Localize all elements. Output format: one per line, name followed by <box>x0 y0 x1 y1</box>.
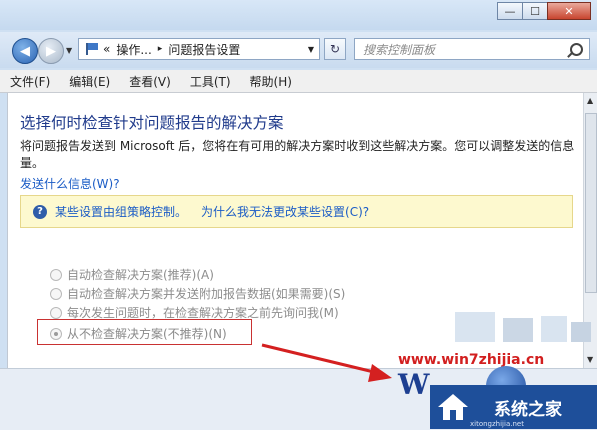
watermark-domain: xitongzhijia.net <box>470 420 524 428</box>
house-logo-icon <box>438 394 468 420</box>
watermark-url: www.win7zhijia.cn <box>398 352 545 368</box>
watermark-brand: 系统之家 <box>494 400 562 420</box>
watermark-logo-letters: W <box>398 368 429 401</box>
